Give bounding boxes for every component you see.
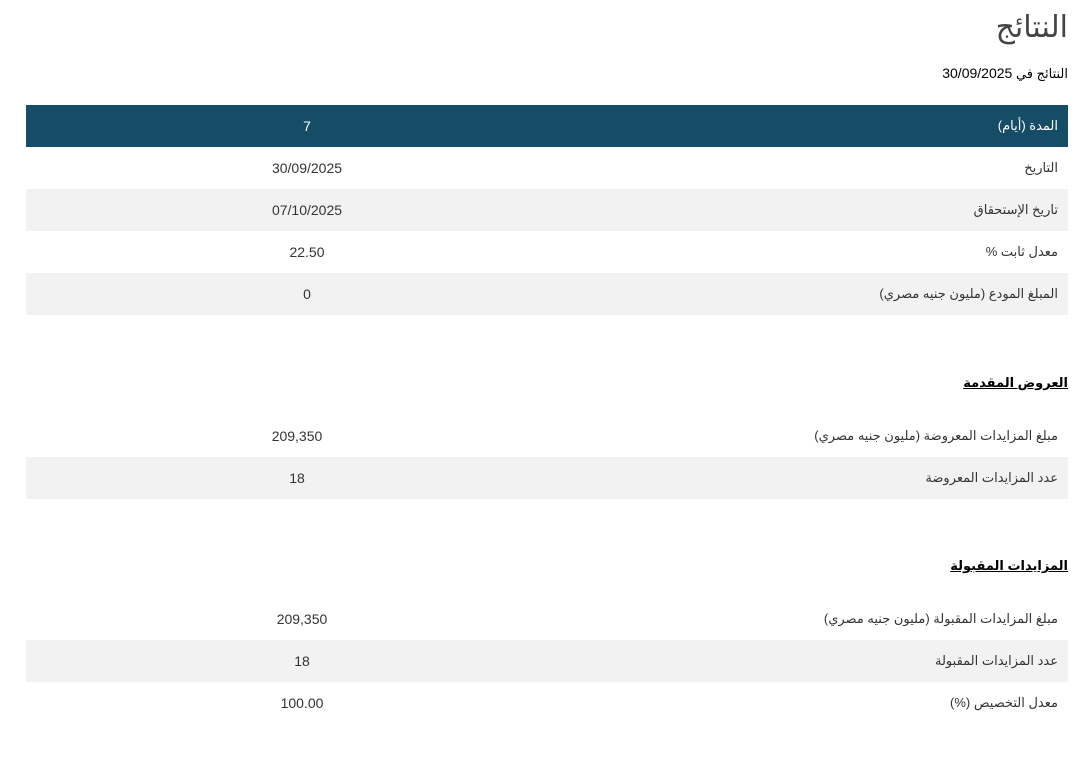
duration-value: 7 [26,105,548,147]
results-date: النتائج في 30/09/2025 [942,64,1068,83]
offers-section-heading: العروض المقدمة [963,375,1068,390]
table-row: مبلغ المزايدات المعروضة (مليون جنيه مصري… [26,415,1068,457]
deposited-amount-value: 0 [26,273,548,315]
maturity-date-label: تاريخ الإستحقاق [548,189,1068,231]
accepted-bids-count-label: عدد المزايدات المقبولة [538,640,1068,682]
table-row: مبلغ المزايدات المقبولة (مليون جنيه مصري… [26,598,1068,640]
accepted-section-heading: المزايدات المقبولة [950,558,1068,573]
table-header-row: المدة (أيام) 7 [26,105,1068,147]
accepted-bids-table: مبلغ المزايدات المقبولة (مليون جنيه مصري… [26,598,1068,724]
offered-bids-count-value: 18 [26,457,528,499]
table-row: معدل التخصيص (%) 100.00 [26,682,1068,724]
page-title: النتائج [995,10,1068,45]
table-row: عدد المزايدات المعروضة 18 [26,457,1068,499]
offered-bids-amount-label: مبلغ المزايدات المعروضة (مليون جنيه مصري… [814,428,1058,443]
maturity-date-value: 07/10/2025 [26,189,548,231]
accepted-bids-count-value: 18 [26,640,538,682]
date-value: 30/09/2025 [271,160,343,176]
table-row: التاريخ 30/09/2025 [26,147,1068,189]
offers-table: مبلغ المزايدات المعروضة (مليون جنيه مصري… [26,415,1068,499]
accepted-bids-amount-value: 209,350 [276,611,328,627]
deposited-amount-label: المبلغ المودع (مليون جنيه مصري) [548,273,1068,315]
auction-details-table: المدة (أيام) 7 التاريخ 30/09/2025 تاريخ … [26,105,1068,315]
table-row: تاريخ الإستحقاق 07/10/2025 [26,189,1068,231]
table-row: عدد المزايدات المقبولة 18 [26,640,1068,682]
table-row: معدل ثابت % 22.50 [26,231,1068,273]
results-date-label: النتائج في [1015,66,1068,81]
allocation-rate-label: معدل التخصيص (%) [950,695,1058,710]
allocation-rate-value: 100.00 [280,695,324,711]
results-date-value: 30/09/2025 [942,65,1013,81]
offered-bids-count-label: عدد المزايدات المعروضة [528,457,1068,499]
table-row: المبلغ المودع (مليون جنيه مصري) 0 [26,273,1068,315]
fixed-rate-value: 22.50 [289,244,325,260]
offered-bids-amount-value: 209,350 [271,428,323,444]
date-label: التاريخ [1024,160,1058,175]
accepted-bids-amount-label: مبلغ المزايدات المقبولة (مليون جنيه مصري… [823,611,1058,626]
duration-label: المدة (أيام) [548,105,1068,147]
fixed-rate-label: معدل ثابت % [985,244,1058,259]
